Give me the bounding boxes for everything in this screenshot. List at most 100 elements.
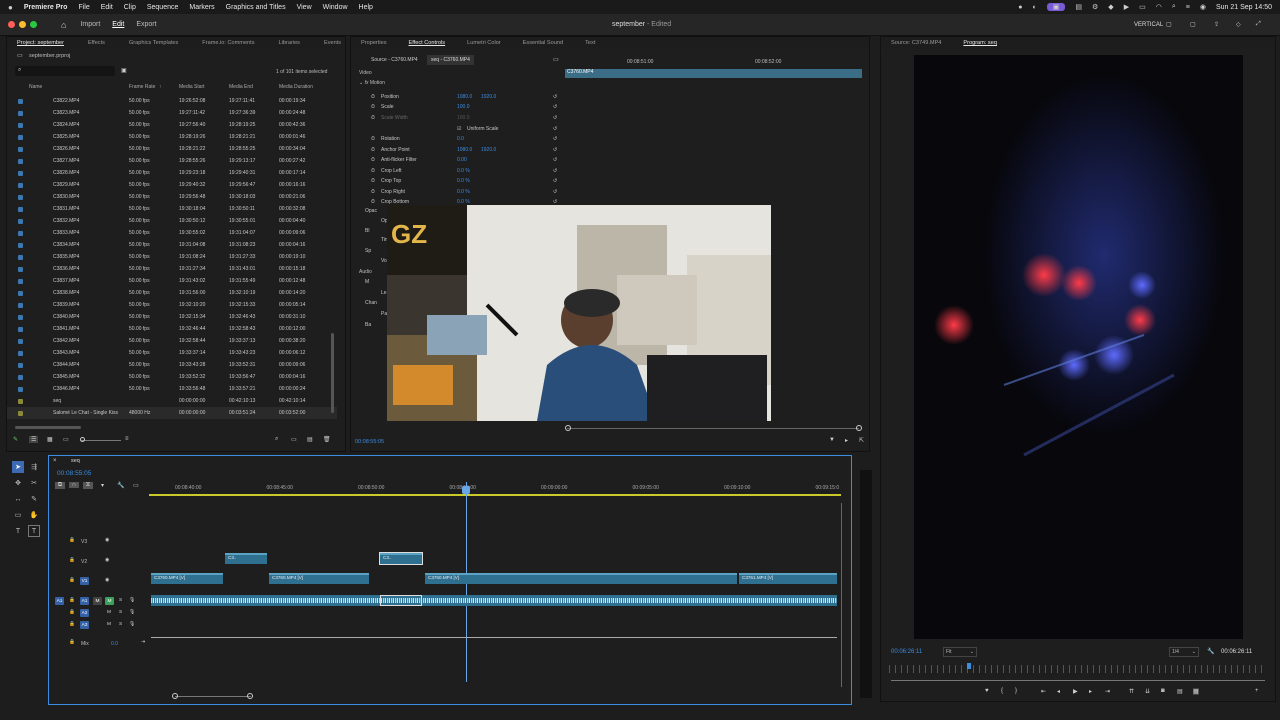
wifi-icon[interactable]: ◠ [1156,3,1162,11]
zoom-slider-handle[interactable] [80,437,85,442]
scroll-handle-left[interactable] [565,425,571,431]
property-value[interactable]: 100.0 [457,115,470,121]
list-item[interactable]: C3828.MP4 50.00 fps 19:29:23:18 19:29:40:31… [7,167,337,179]
col-name[interactable]: Name [29,84,42,90]
property-value[interactable]: 1080.0 [457,147,472,153]
eye-icon[interactable]: ◉ [105,578,109,583]
label-color[interactable] [18,146,23,152]
label-color[interactable] [18,314,23,320]
collapsed-effect[interactable]: Le [381,290,387,296]
mute-a3[interactable]: M [107,622,111,627]
solo-a2[interactable]: S [119,610,122,615]
extract-icon[interactable]: ⇊ [1145,688,1150,695]
menu-file[interactable]: File [78,4,89,11]
track-a2[interactable]: A2 [80,609,89,617]
label-color[interactable] [18,362,23,368]
list-item[interactable]: C3826.MP4 50.00 fps 19:28:21:22 19:28:55:25… [7,143,337,155]
label-color[interactable] [18,230,23,236]
new-bin-icon[interactable]: ▭ [291,436,297,443]
tab-graphics-templates[interactable]: Graphics Templates [129,40,178,46]
pencil-icon[interactable]: ✎ [13,436,18,443]
program-timecode[interactable]: 00:06:26:11 [891,649,922,655]
label-color[interactable] [18,206,23,212]
reset-icon[interactable]: ↺ [553,157,557,163]
mix-value[interactable]: 0.0 [111,641,118,647]
status-icon[interactable]: ● [1018,4,1022,11]
lock-icon[interactable]: 🔒 [69,598,75,603]
list-item[interactable]: C3827.MP4 50.00 fps 19:28:55:26 19:29:13:17… [7,155,337,167]
mix-icon[interactable]: ⇥ [141,640,145,645]
property-value[interactable]: 1920.0 [481,94,496,100]
property-value[interactable]: 0.0 [457,136,464,142]
label-color[interactable] [18,326,23,332]
label-color[interactable] [18,290,23,296]
tab-events[interactable]: Events [324,40,341,46]
menu-help[interactable]: Help [359,4,373,11]
tab-lumetri[interactable]: Lumetri Color [467,40,501,46]
add-marker-icon[interactable]: ▾ [101,482,104,489]
effect-timecode[interactable]: 00:08:55:05 [355,439,384,445]
source-a1[interactable]: A1 [55,597,64,605]
seq-tab[interactable]: seq - C3760.MP4 [427,55,474,65]
label-color[interactable] [18,194,23,200]
reset-icon[interactable]: ↺ [553,94,557,100]
wrench-icon[interactable]: 🔧 [1207,648,1214,655]
new-item-icon[interactable]: ▤ [307,436,313,443]
status-icon[interactable]: ◐ [1033,4,1037,11]
property-value[interactable]: 0.0 % [457,168,470,174]
scrollbar[interactable] [331,333,334,413]
motion-label[interactable]: ⌄ fx Motion [359,80,385,86]
property-value[interactable]: 1920.0 [481,147,496,153]
play-audio-icon[interactable]: ▸ [845,437,848,444]
list-item[interactable]: C3840.MP4 50.00 fps 19:32:15:34 19:32:46:43… [7,311,337,323]
list-item[interactable]: C3829.MP4 50.00 fps 19:29:40:32 19:29:56:47… [7,179,337,191]
caption-tool-icon[interactable]: T [28,525,40,537]
label-color[interactable] [18,338,23,344]
list-item[interactable]: C3825.MP4 50.00 fps 19:28:19:26 19:28:21:21… [7,131,337,143]
scroll-handle-right[interactable] [856,425,862,431]
track-v3[interactable]: V3 [81,539,87,545]
list-item[interactable]: C3823.MP4 50.00 fps 19:27:11:42 19:27:36:39… [7,107,337,119]
compare-icon[interactable]: ▤ [1177,688,1183,695]
label-color[interactable] [18,218,23,224]
label-color[interactable] [18,134,23,140]
stopwatch-icon[interactable]: ⏱ [371,199,375,205]
control-center-icon[interactable]: ≡ [1186,4,1190,11]
expand-icon[interactable]: ▭ [553,56,559,63]
label-color[interactable] [18,158,23,164]
list-item[interactable]: C3822.MP4 50.00 fps 19:26:52:08 19:27:11:41… [7,95,337,107]
list-item[interactable]: Salomé Le Chat - Single Kiss 48000 Hz 00:0… [7,407,337,419]
add-button-icon[interactable]: + [1255,688,1259,694]
property-value[interactable]: 0.0 % [457,178,470,184]
reset-icon[interactable]: ↺ [553,147,557,153]
list-item[interactable]: C3845.MP4 50.00 fps 19:33:52:32 19:33:56:47… [7,371,337,383]
reset-icon[interactable]: ↺ [553,136,557,142]
label-color[interactable] [18,182,23,188]
go-to-out-icon[interactable]: ⇥ [1105,688,1110,695]
label-color[interactable] [18,254,23,260]
nav-export[interactable]: Export [136,21,156,28]
mute-a1[interactable]: M [93,597,102,605]
nav-import[interactable]: Import [80,21,100,28]
tab-project[interactable]: Project: september [17,40,64,46]
clip-v1[interactable]: C3761.MP4 [V] [739,573,837,584]
stage-icon[interactable]: ▣ [1046,3,1066,11]
label-color[interactable] [18,410,23,416]
add-marker-icon[interactable]: ♥ [985,688,989,694]
sequence-tab[interactable]: seq [71,458,80,464]
share-icon[interactable]: ⇪ [1214,21,1219,28]
label-color[interactable] [18,374,23,380]
tab-effect-controls[interactable]: Effect Controls [409,40,446,46]
track-a3[interactable]: A3 [80,621,89,629]
col-frame-rate[interactable]: Frame Rate [129,84,155,90]
menu-markers[interactable]: Markers [189,4,214,11]
playhead-marker[interactable] [967,663,971,669]
playhead-handle[interactable] [462,486,470,494]
collapsed-effect[interactable]: Ba [365,322,371,328]
mark-in-icon[interactable]: { [1001,688,1003,694]
stopwatch-icon[interactable]: ⏱ [371,136,375,142]
status-icon[interactable]: ⚙ [1092,3,1098,11]
list-item[interactable]: C3832.MP4 50.00 fps 19:30:50:12 19:30:55:01… [7,215,337,227]
lock-icon[interactable]: 🔒 [69,558,75,563]
menu-clip[interactable]: Clip [124,4,136,11]
